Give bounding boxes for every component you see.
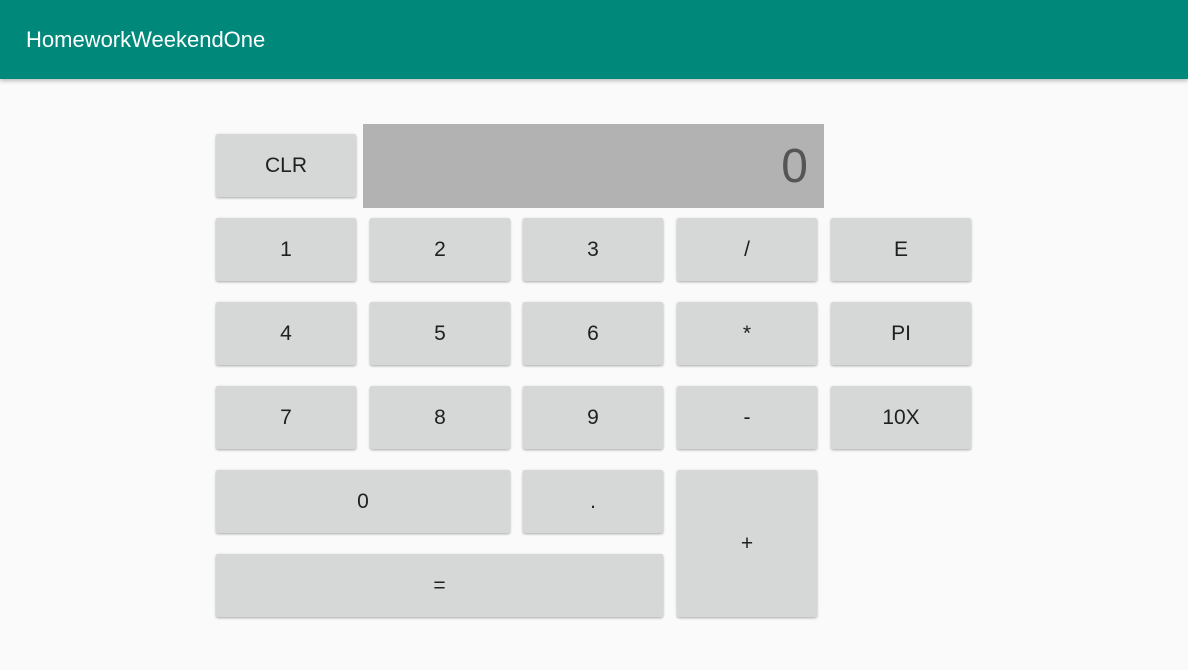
ten-x-button[interactable]: 10X (831, 386, 971, 449)
divide-button[interactable]: / (677, 218, 817, 281)
multiply-button[interactable]: * (677, 302, 817, 365)
result-display: 0 (363, 124, 824, 208)
pi-constant-button[interactable]: PI (831, 302, 971, 365)
digit-1-button[interactable]: 1 (216, 218, 356, 281)
app-bar: HomeworkWeekendOne (0, 0, 1188, 79)
digit-6-button[interactable]: 6 (523, 302, 663, 365)
digit-9-button[interactable]: 9 (523, 386, 663, 449)
e-constant-button[interactable]: E (831, 218, 971, 281)
digit-4-button[interactable]: 4 (216, 302, 356, 365)
clear-button[interactable]: CLR (216, 134, 356, 197)
digit-8-button[interactable]: 8 (370, 386, 510, 449)
minus-button[interactable]: - (677, 386, 817, 449)
digit-7-button[interactable]: 7 (216, 386, 356, 449)
digit-5-button[interactable]: 5 (370, 302, 510, 365)
decimal-point-button[interactable]: . (523, 470, 663, 533)
digit-3-button[interactable]: 3 (523, 218, 663, 281)
plus-button[interactable]: + (677, 470, 817, 617)
digit-2-button[interactable]: 2 (370, 218, 510, 281)
equals-button[interactable]: = (216, 554, 663, 617)
digit-0-button[interactable]: 0 (216, 470, 510, 533)
app-title: HomeworkWeekendOne (26, 27, 266, 52)
